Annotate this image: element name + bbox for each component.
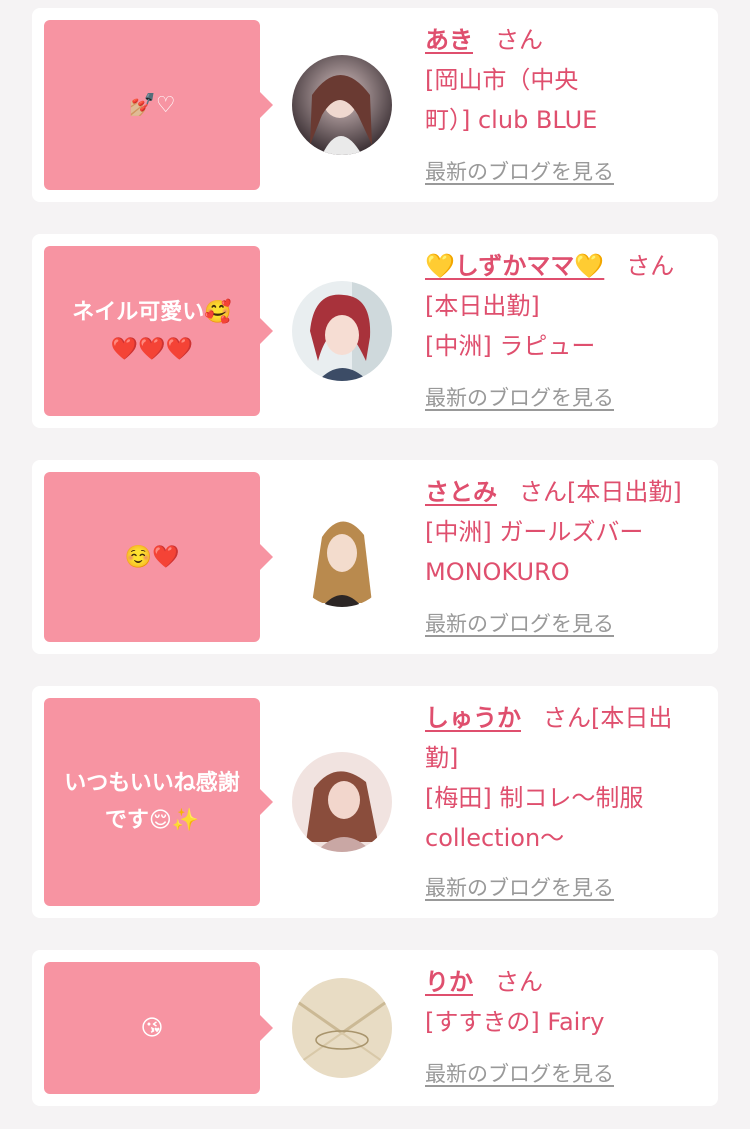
message-bubble: ネイル可愛い🥰 ❤️❤️❤️ <box>44 246 273 416</box>
message-text: 💅🏼♡ <box>128 92 176 118</box>
latest-blog-link[interactable]: 最新のブログを見る <box>425 382 614 412</box>
message-text: ☺️❤️ <box>124 544 180 570</box>
author-name-link[interactable]: さとみ <box>425 478 497 506</box>
author-name-link[interactable]: しゅうか <box>425 704 521 732</box>
author-name-link[interactable]: りか <box>425 968 473 996</box>
avatar[interactable] <box>292 281 392 381</box>
honorific: さん[本日出 <box>543 704 673 732</box>
honorific: さん <box>495 968 543 996</box>
store-line: [すすきの] Fairy <box>425 1008 605 1036</box>
message-text: ネイル可愛い🥰 ❤️❤️❤️ <box>72 300 232 362</box>
card-info: りか さん [すすきの] Fairy <box>425 962 705 1042</box>
store-line: [中洲] ラピュー <box>425 332 596 360</box>
avatar[interactable] <box>292 507 392 607</box>
blog-card-rika[interactable]: 😘 りか さん [すすきの] Fairy 最新のブログを見る <box>32 950 718 1106</box>
latest-blog-link[interactable]: 最新のブログを見る <box>425 1058 614 1088</box>
store-line: [梅田] 制コレ〜制服 <box>425 784 644 812</box>
blog-card-shuka[interactable]: いつもいいね感謝 です😌✨ しゅうか さん[本日出 勤] [梅田] 制コレ〜制服 … <box>32 686 718 918</box>
message-bubble: いつもいいね感謝 です😌✨ <box>44 698 273 906</box>
latest-blog-link[interactable]: 最新のブログを見る <box>425 608 614 638</box>
avatar[interactable] <box>292 55 392 155</box>
latest-blog-link[interactable]: 最新のブログを見る <box>425 156 614 186</box>
blog-card-shizuka[interactable]: ネイル可愛い🥰 ❤️❤️❤️ 💛しずかママ💛 さん [本日出勤] [中洲] ラピュ… <box>32 234 718 428</box>
author-name-link[interactable]: あき <box>425 26 473 54</box>
store-line: [本日出勤] <box>425 292 540 320</box>
message-bubble: 💅🏼♡ <box>44 20 273 190</box>
honorific: さん <box>626 252 675 280</box>
message-text: いつもいいね感謝 です😌✨ <box>64 771 240 833</box>
honorific: さん <box>495 26 543 54</box>
card-info: しゅうか さん[本日出 勤] [梅田] 制コレ〜制服 collection〜 <box>425 698 705 858</box>
store-line: collection〜 <box>425 824 565 852</box>
blog-card-aki[interactable]: 💅🏼♡ あき さん [岡山市（中央 町）] club BLUE 最新のブログを見る <box>32 8 718 202</box>
card-info: さとみ さん[本日出勤] [中洲] ガールズバー MONOKURO <box>425 472 705 592</box>
message-bubble: 😘 <box>44 962 273 1094</box>
store-line: [中洲] ガールズバー <box>425 518 644 546</box>
card-info: あき さん [岡山市（中央 町）] club BLUE <box>425 20 705 140</box>
message-bubble: ☺️❤️ <box>44 472 273 642</box>
avatar[interactable] <box>292 978 392 1078</box>
store-line: MONOKURO <box>425 558 570 586</box>
honorific: さん[本日出勤] <box>519 478 682 506</box>
store-line: 勤] <box>425 744 459 772</box>
message-text: 😘 <box>140 1015 164 1041</box>
store-line: [岡山市（中央 <box>425 66 579 94</box>
blog-card-satomi[interactable]: ☺️❤️ さとみ さん[本日出勤] [中洲] ガールズバー MONOKURO 最新… <box>32 460 718 654</box>
author-name-link[interactable]: 💛しずかママ💛 <box>425 252 604 280</box>
avatar[interactable] <box>292 752 392 852</box>
latest-blog-link[interactable]: 最新のブログを見る <box>425 872 614 902</box>
card-info: 💛しずかママ💛 さん [本日出勤] [中洲] ラピュー <box>425 246 705 366</box>
store-line: 町）] club BLUE <box>425 106 598 134</box>
